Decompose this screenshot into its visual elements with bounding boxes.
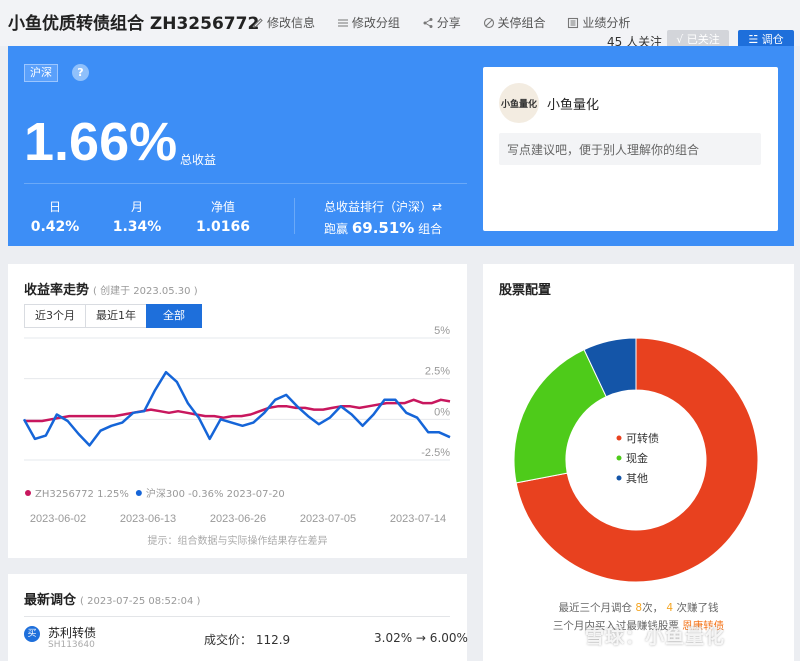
donut-legend-label-2: 其他 [626,472,648,485]
net-value-label: 净值 [210,200,235,214]
summary-part-c: 次赚了钱 [676,602,719,614]
legend-label-1: 沪深300 -0.36% 2023-07-20 [146,487,285,500]
top-bar: 小鱼优质转债组合 ZH3256772 修改信息 修改分组 分享 关停组合 业绩分… [0,0,800,50]
portfolio-title: 小鱼优质转债组合 ZH3256772 [8,14,260,34]
legend-marker-1 [135,490,142,496]
donut-legend-label-1: 现金 [626,451,648,465]
series-line-0 [24,398,451,423]
daily-return: 日 0.42% [20,198,90,235]
total-return-value: 1.66% [24,112,178,172]
return-line-chart[interactable]: 5% 2.5% 0% -2.5% ZH3256772 1.25% 沪深300 -0.36%… [8,264,467,558]
latest-rebalance-card: 最新调仓( 2023-07-25 08:52:04 ) 买 苏利转债 SH113… [8,574,468,661]
edit-info-label: 修改信息 [267,16,316,30]
y-tick-label: 5% [434,325,450,337]
return-trend-card: 收益率走势( 创建于 2023.05.30 ) 近3个月 最近1年 全部 5% 2… [8,264,467,558]
rank-value: 69.51% [351,219,415,237]
monthly-return-value: 1.34% [112,219,162,235]
portfolio-description[interactable]: 写点建议吧，便于别人理解你的组合 [499,133,761,165]
donut-legend-marker-0 [616,435,622,441]
rank-label: 总收益排行（沪深）⇄ [324,200,443,214]
rank-suffix: 组合 [418,222,443,236]
x-tick-label: 2023-06-13 [120,513,176,525]
donut-legend-marker-1 [616,455,622,461]
report-icon [568,17,579,28]
owner-name[interactable]: 小鱼量化 [547,94,599,113]
net-value-value: 1.0166 [195,219,251,235]
stock-code: SH113640 [48,640,95,650]
edit-group-label: 修改分组 [351,16,400,30]
summary-part-a: 最近三个月调仓 [558,602,633,614]
y-tick-label: 2.5% [425,366,450,378]
return-rank[interactable]: 总收益排行（沪深）⇄ 跑赢 69.51% 组合 [324,198,442,237]
rebalance-summary: 最近三个月调仓 8次， 4 次赚了钱 [483,600,794,615]
net-value: 净值 1.0166 [188,198,258,235]
donut-legend-label-0: 可转债 [626,431,659,445]
daily-return-label: 日 [48,200,61,214]
donut-legend-marker-2 [616,475,622,481]
divider [24,183,467,184]
rebalance-time: ( 2023-07-25 08:52:04 ) [80,596,201,607]
legend-marker-0 [25,490,31,496]
y-tick-label: 0% [434,406,450,418]
buy-badge: 买 [24,626,40,642]
y-tick-label: -2.5% [421,447,450,459]
help-icon[interactable]: ? [72,64,89,81]
rank-prefix: 跑赢 [324,222,349,236]
owner-card: 小鱼量化 小鱼量化 写点建议吧，便于别人理解你的组合 [483,67,778,231]
x-tick-label: 2023-06-26 [210,513,266,525]
x-tick-label: 2023-07-05 [300,513,356,525]
edit-group-button[interactable]: 修改分组 [337,14,400,31]
weight-change: 3.02% → 6.00% [374,631,468,645]
rank-value-line: 跑赢 69.51% 组合 [324,219,442,237]
total-return-label: 总收益 [180,153,217,167]
share-icon [423,17,433,28]
chart-disclaimer: 提示：组合数据与实际操作结果存在差异 [147,536,328,547]
share-label: 分享 [436,16,461,30]
avatar[interactable]: 小鱼量化 [499,83,539,123]
x-tick-label: 2023-06-02 [30,513,86,525]
divider [24,616,450,617]
donut-slice-1 [513,348,607,484]
rebalance-title: 最新调仓( 2023-07-25 08:52:04 ) [24,589,200,608]
stock-name[interactable]: 苏利转债 [48,624,96,641]
close-portfolio-button[interactable]: 关停组合 [483,14,546,31]
monthly-return: 月 1.34% [102,198,172,235]
divider [294,198,295,234]
summary-part-b: 次， [642,602,664,614]
monthly-return-label: 月 [130,200,143,214]
action-bar: 修改信息 修改分组 分享 关停组合 业绩分析 [252,14,648,32]
legend-label-0: ZH3256772 1.25% [35,489,129,500]
ban-icon [483,17,494,28]
share-button[interactable]: 分享 [422,14,461,31]
performance-button[interactable]: 业绩分析 [567,14,630,31]
deal-price: 成交价： 112.9 [204,633,291,647]
daily-return-value: 0.42% [30,219,80,235]
watermark: 雪球：小鱼量化 [585,626,726,648]
series-line-1 [22,370,451,447]
allocation-card: 股票配置 可转债 现金 其他 最近三个月调仓 8次， 4 次赚了钱 三个月内买入过最… [483,264,794,661]
pencil-icon [253,17,263,28]
edit-info-button[interactable]: 修改信息 [252,14,315,31]
list-icon [337,18,348,27]
summary-win: 4 [666,602,674,614]
close-portfolio-label: 关停组合 [497,16,546,30]
rebalance-title-text: 最新调仓 [24,593,77,608]
performance-label: 业绩分析 [582,16,631,30]
x-tick-label: 2023-07-14 [390,513,446,525]
market-tag: 沪深 [24,64,58,82]
allocation-donut-chart[interactable]: 可转债现金其他 [483,264,794,594]
